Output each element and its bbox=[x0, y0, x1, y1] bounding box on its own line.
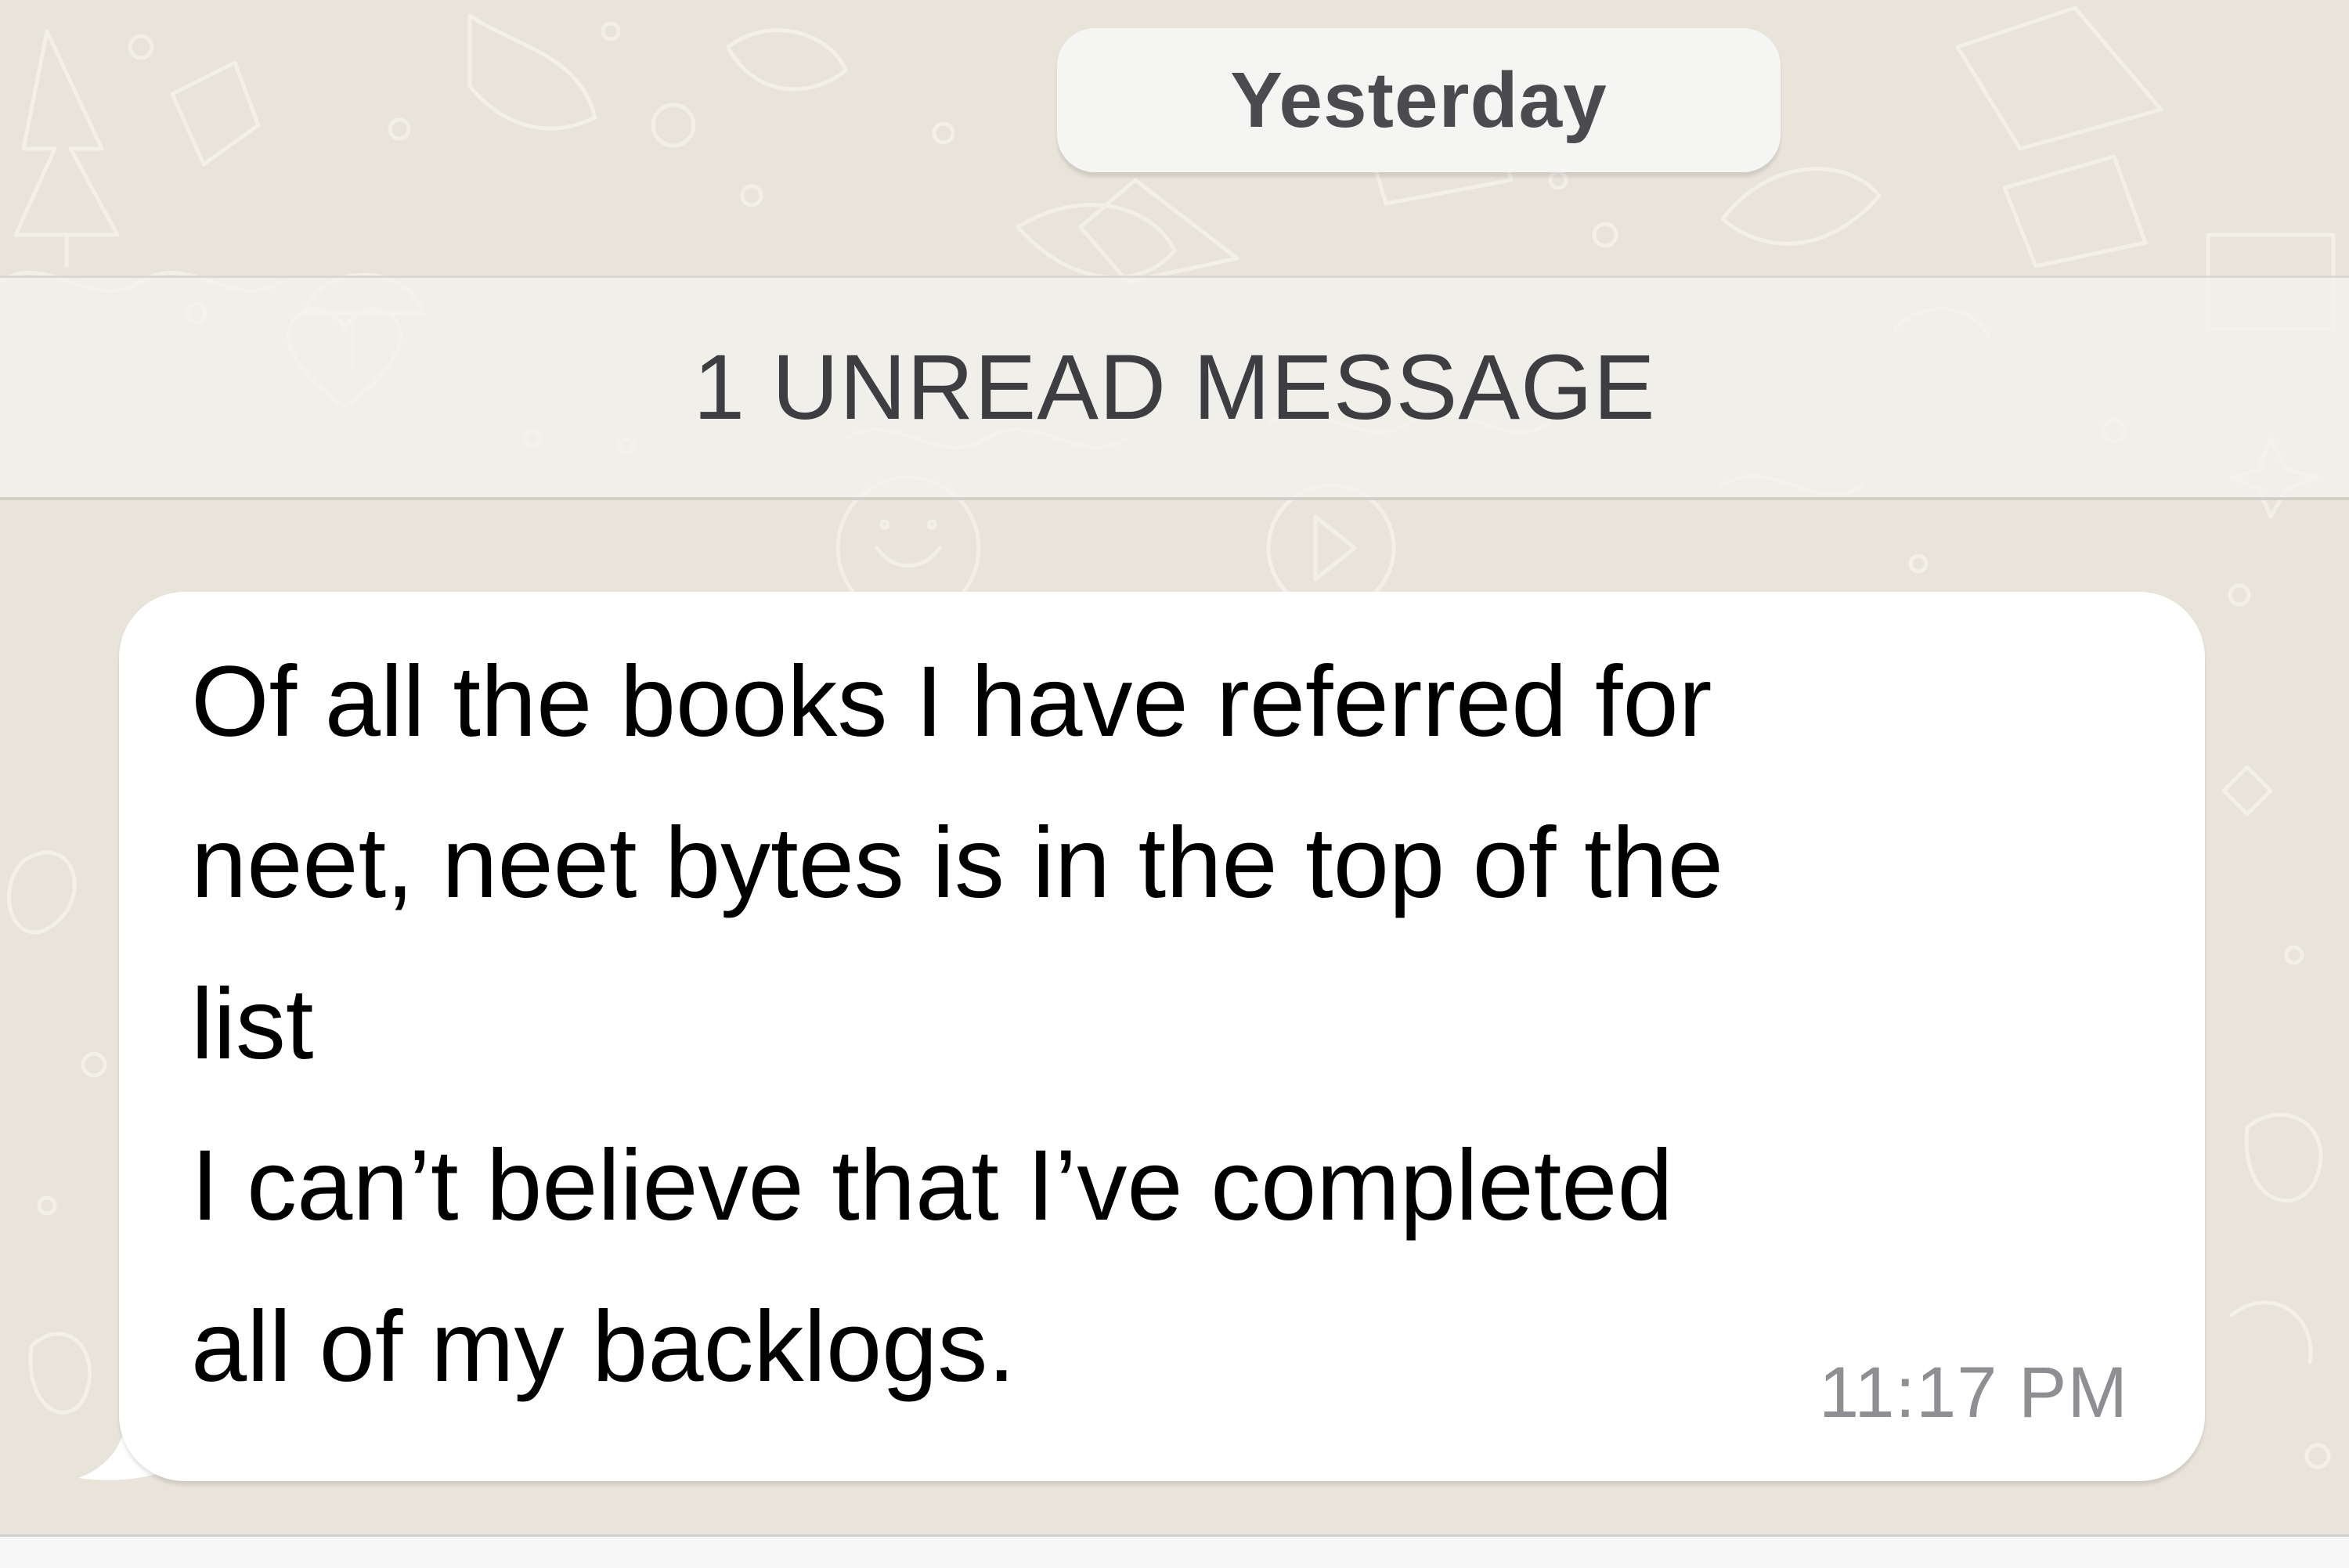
unread-messages-label: 1 UNREAD MESSAGE bbox=[693, 336, 1656, 439]
message-line: I can’t believe that I’ve completed bbox=[191, 1130, 1673, 1242]
date-divider-label: Yesterday bbox=[1230, 56, 1607, 144]
unread-messages-banner: 1 UNREAD MESSAGE bbox=[0, 276, 2349, 500]
message-text: Of all the books I have referred for nee… bbox=[191, 622, 2164, 1428]
date-divider: Yesterday bbox=[1057, 28, 1781, 172]
message-line: list bbox=[191, 968, 314, 1080]
input-bar-edge bbox=[0, 1534, 2349, 1568]
message-timestamp: 11:17 PM bbox=[1819, 1353, 2128, 1433]
message-line: Of all the books I have referred for bbox=[191, 646, 1712, 758]
message-line: neet, neet bytes is in the top of the bbox=[191, 807, 1723, 919]
incoming-message-bubble[interactable]: Of all the books I have referred for nee… bbox=[119, 592, 2205, 1481]
